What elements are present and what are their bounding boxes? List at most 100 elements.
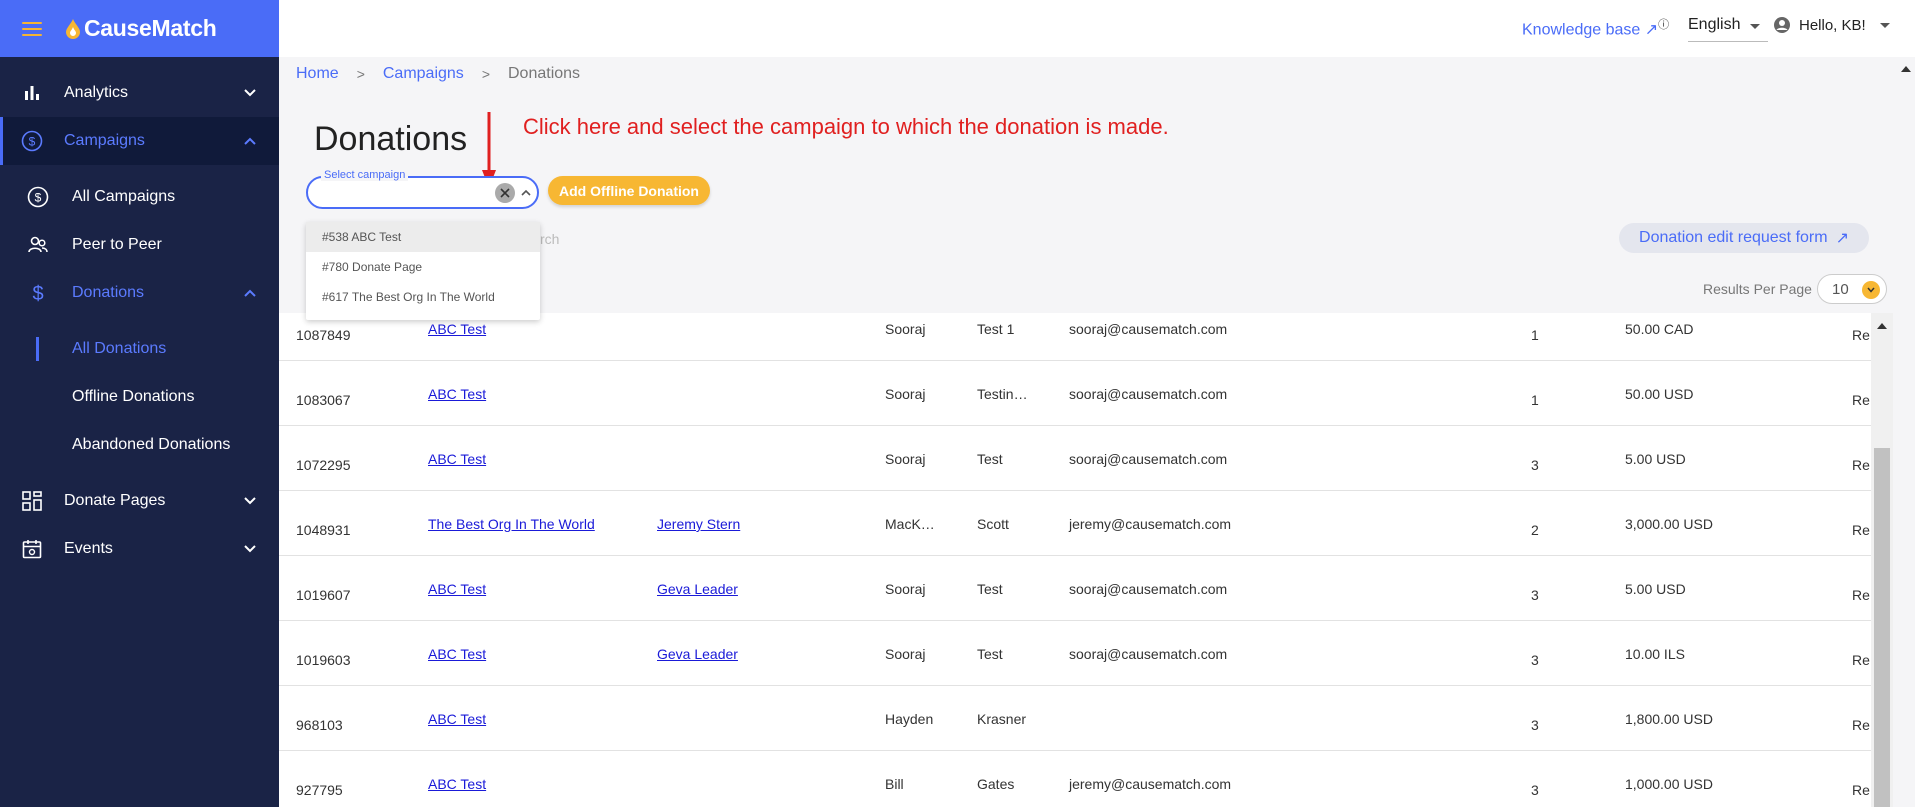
- select-campaign-label: Select campaign: [321, 169, 409, 181]
- cell-amount: 10.00 ILS: [1625, 646, 1685, 662]
- cell-status: Re: [1852, 392, 1870, 408]
- donation-edit-request-button[interactable]: Donation edit request form ↗: [1619, 223, 1869, 253]
- brand-name[interactable]: CauseMatch: [84, 15, 217, 42]
- knowledge-base-link[interactable]: Knowledge base ↗ⓘ: [1522, 16, 1669, 39]
- table-row[interactable]: 1019607 ABC Test Geva Leader Sooraj Test…: [279, 556, 1871, 621]
- breadcrumb-campaigns[interactable]: Campaigns: [383, 65, 464, 83]
- dropdown-option[interactable]: #617 The Best Org In The World: [306, 282, 540, 312]
- cell-campaign-link[interactable]: ABC Test: [428, 711, 486, 727]
- campaign-select[interactable]: Select campaign: [306, 169, 539, 209]
- cell-donation-id: 968103: [296, 717, 343, 733]
- page-title: Donations: [314, 120, 468, 158]
- cell-email: sooraj@causematch.com: [1069, 646, 1228, 662]
- cell-campaign-link[interactable]: The Best Org In The World: [428, 516, 595, 532]
- sidebar-item-all-donations[interactable]: All Donations: [0, 325, 279, 373]
- add-offline-donation-button[interactable]: Add Offline Donation: [548, 176, 710, 205]
- table-row[interactable]: 1083067 ABC Test Sooraj Testin… sooraj@c…: [279, 361, 1871, 426]
- table-row[interactable]: 968103 ABC Test Hayden Krasner 3 1,800.0…: [279, 686, 1871, 751]
- cell-email: jeremy@causematch.com: [1069, 516, 1232, 532]
- table-row[interactable]: 1019603 ABC Test Geva Leader Sooraj Test…: [279, 621, 1871, 686]
- chevron-down-icon: [244, 497, 256, 505]
- brand-bar: CauseMatch: [0, 0, 279, 57]
- table-scrollbar-thumb[interactable]: [1874, 448, 1890, 807]
- cell-first-name: Bill: [885, 776, 904, 792]
- cell-count: 3: [1531, 652, 1539, 668]
- cell-first-name: Sooraj: [885, 386, 926, 402]
- cell-status: Re: [1852, 652, 1870, 668]
- page-scrollbar[interactable]: [1897, 57, 1915, 807]
- user-menu[interactable]: Hello, KB!: [1773, 16, 1890, 34]
- language-select[interactable]: English: [1688, 12, 1768, 42]
- sidebar-item-peer-to-peer[interactable]: Peer to Peer: [0, 221, 279, 269]
- cell-donation-id: 1083067: [296, 392, 351, 408]
- svg-text:$: $: [32, 283, 43, 304]
- svg-text:$: $: [29, 135, 36, 149]
- sidebar-item-abandoned-donations[interactable]: Abandoned Donations: [0, 421, 279, 469]
- sidebar-item-events[interactable]: Events: [0, 525, 279, 573]
- cell-campaign-link[interactable]: ABC Test: [428, 321, 486, 337]
- breadcrumb: Home > Campaigns > Donations: [296, 65, 580, 83]
- cell-count: 2: [1531, 522, 1539, 538]
- dropdown-option[interactable]: #538 ABC Test: [306, 222, 540, 252]
- cell-first-name: Sooraj: [885, 646, 926, 662]
- cell-donation-id: 1048931: [296, 522, 351, 538]
- cell-campaign-link[interactable]: ABC Test: [428, 386, 486, 402]
- cell-team-link[interactable]: Geva Leader: [657, 581, 738, 597]
- cell-campaign-link[interactable]: ABC Test: [428, 451, 486, 467]
- sidebar-item-label: Offline Donations: [72, 388, 195, 405]
- cell-last-name: Scott: [977, 516, 1009, 532]
- chevron-up-icon: [244, 289, 256, 297]
- info-icon: ⓘ: [1658, 19, 1670, 31]
- sidebar-item-offline-donations[interactable]: Offline Donations: [0, 373, 279, 421]
- sidebar-item-label: Donate Pages: [64, 492, 166, 509]
- cell-team-link[interactable]: Geva Leader: [657, 646, 738, 662]
- breadcrumb-home[interactable]: Home: [296, 65, 339, 83]
- sidebar-item-campaigns[interactable]: $ Campaigns: [0, 117, 279, 165]
- scroll-up-icon[interactable]: [1901, 66, 1911, 72]
- dropdown-option[interactable]: #780 Donate Page: [306, 252, 540, 282]
- caret-down-icon: [1750, 24, 1760, 29]
- donation-edit-request-label: Donation edit request form: [1639, 229, 1828, 246]
- cell-donation-id: 1019603: [296, 652, 351, 668]
- dollar-icon: $: [26, 281, 50, 305]
- cell-first-name: Sooraj: [885, 321, 926, 337]
- table-row[interactable]: 1072295 ABC Test Sooraj Test sooraj@caus…: [279, 426, 1871, 491]
- cell-first-name: Hayden: [885, 711, 934, 727]
- grid-icon: [20, 489, 44, 513]
- results-per-page-select[interactable]: 10: [1817, 274, 1887, 304]
- donations-table: 1087849 ABC Test Sooraj Test 1 sooraj@ca…: [279, 313, 1871, 807]
- cell-count: 1: [1531, 392, 1539, 408]
- table-row[interactable]: 927795 ABC Test Bill Gates jeremy@causem…: [279, 751, 1871, 807]
- breadcrumb-donations: Donations: [508, 65, 581, 82]
- sidebar-item-label: Peer to Peer: [72, 236, 162, 253]
- table-row[interactable]: 1087849 ABC Test Sooraj Test 1 sooraj@ca…: [279, 313, 1871, 361]
- cell-campaign-link[interactable]: ABC Test: [428, 581, 486, 597]
- cell-campaign-link[interactable]: ABC Test: [428, 776, 486, 792]
- table-row[interactable]: 1048931 The Best Org In The World Jeremy…: [279, 491, 1871, 556]
- sidebar-item-all-campaigns[interactable]: $ All Campaigns: [0, 173, 279, 221]
- cell-first-name: Sooraj: [885, 581, 926, 597]
- sidebar: CauseMatch Analytics $ Campaigns $ All C…: [0, 0, 279, 807]
- cell-last-name: Test: [977, 581, 1003, 597]
- sidebar-item-analytics[interactable]: Analytics: [0, 69, 279, 117]
- sidebar-item-label: All Donations: [72, 340, 167, 357]
- chevron-up-icon[interactable]: [520, 187, 532, 199]
- cell-status: Re: [1852, 717, 1870, 733]
- sidebar-item-donate-pages[interactable]: Donate Pages: [0, 477, 279, 525]
- dollar-circle-icon: $: [26, 185, 50, 209]
- results-per-page-value: 10: [1832, 281, 1849, 298]
- caret-down-icon: [1879, 22, 1890, 28]
- chevron-down-icon: [244, 89, 256, 97]
- sidebar-item-donations[interactable]: $ Donations: [0, 269, 279, 317]
- cell-count: 1: [1531, 327, 1539, 343]
- scroll-up-icon[interactable]: [1877, 323, 1887, 329]
- cell-last-name: Krasner: [977, 711, 1027, 727]
- cell-amount: 50.00 CAD: [1625, 321, 1694, 337]
- cell-team-link[interactable]: Jeremy Stern: [657, 516, 740, 532]
- clear-icon[interactable]: [495, 183, 515, 203]
- cell-campaign-link[interactable]: ABC Test: [428, 646, 486, 662]
- cell-email: sooraj@causematch.com: [1069, 581, 1228, 597]
- menu-icon[interactable]: [22, 21, 42, 36]
- search-placeholder-fragment: rch: [540, 231, 560, 247]
- external-link-icon: ↗: [1835, 230, 1849, 247]
